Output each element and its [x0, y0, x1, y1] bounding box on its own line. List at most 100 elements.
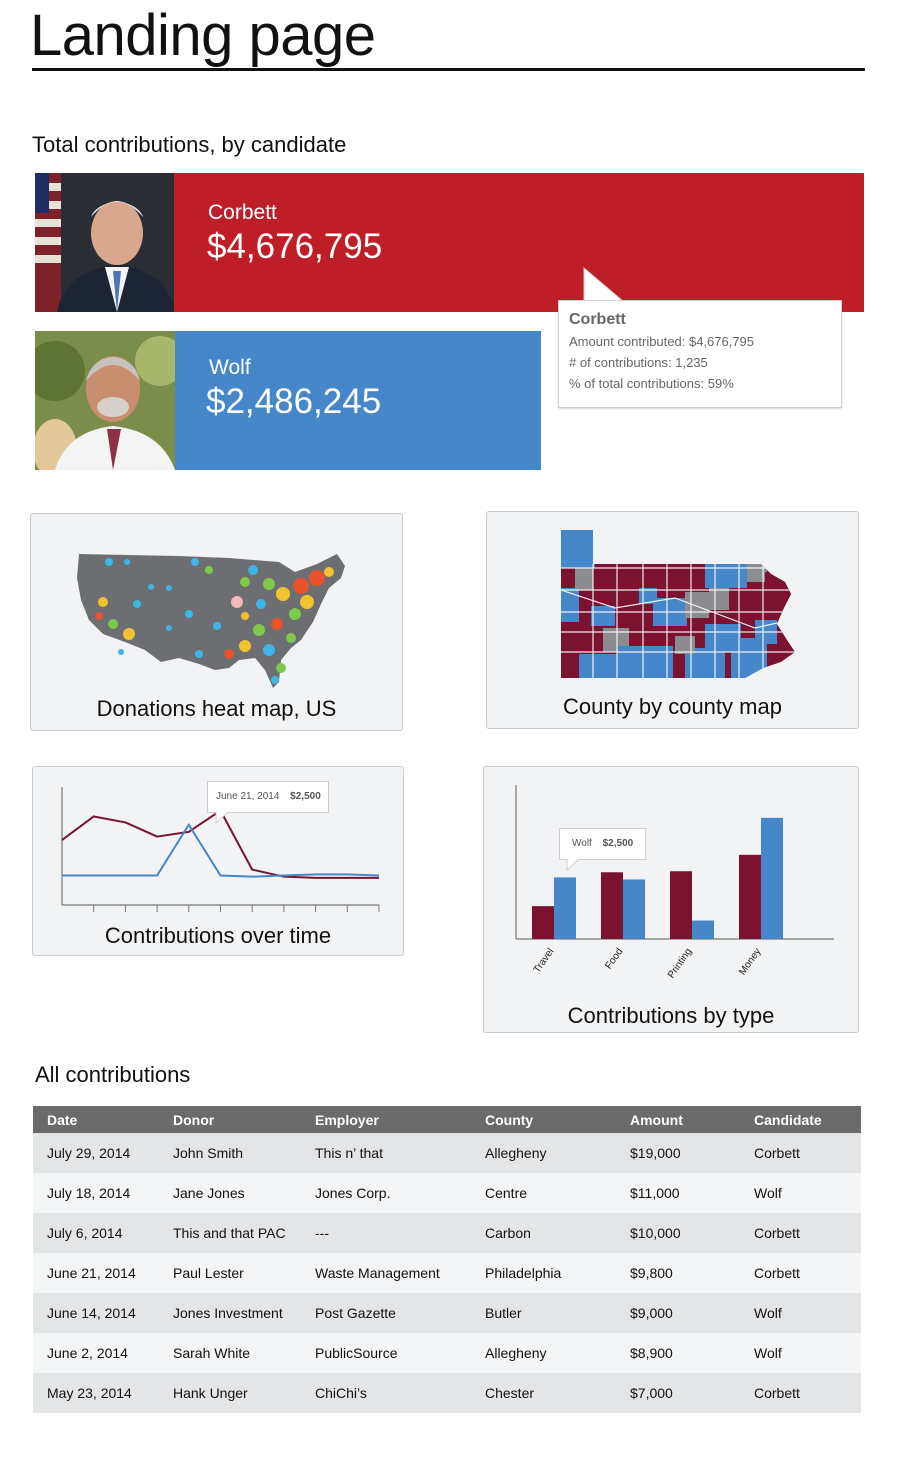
cell-donor: Sarah White: [159, 1333, 301, 1373]
table-row[interactable]: May 23, 2014 Hank Unger ChiChi’s Chester…: [33, 1373, 861, 1413]
title-divider: [32, 68, 865, 71]
bar-category-label: Money: [737, 946, 763, 977]
cell-donor: John Smith: [159, 1133, 301, 1173]
cell-employer: ---: [301, 1213, 471, 1253]
line-tooltip-pointer: [215, 812, 229, 824]
cell-county: Carbon: [471, 1213, 616, 1253]
cell-amount: $7,000: [616, 1373, 740, 1413]
column-header-donor[interactable]: Donor: [159, 1106, 301, 1133]
over-time-label: Contributions over time: [104, 923, 332, 948]
cell-amount: $9,000: [616, 1293, 740, 1333]
cell-candidate: Corbett: [740, 1213, 861, 1253]
column-header-candidate[interactable]: Candidate: [740, 1106, 861, 1133]
cell-employer: Post Gazette: [301, 1293, 471, 1333]
corbett-avatar: [35, 173, 174, 312]
line-chart-tooltip: June 21, 2014 $2,500: [207, 781, 329, 813]
wolf-avatar: [35, 331, 175, 470]
corbett-amount: $4,676,795: [207, 227, 383, 266]
table-row[interactable]: June 14, 2014 Jones Investment Post Gaze…: [33, 1293, 861, 1333]
cell-county: Butler: [471, 1293, 616, 1333]
cell-date: June 14, 2014: [33, 1293, 159, 1333]
over-time-card[interactable]: June 21, 2014 $2,500 Contributions over …: [32, 766, 404, 956]
table-row[interactable]: June 21, 2014 Paul Lester Waste Manageme…: [33, 1253, 861, 1293]
cell-candidate: Corbett: [740, 1373, 861, 1413]
cell-candidate: Corbett: [740, 1133, 861, 1173]
cell-candidate: Wolf: [740, 1293, 861, 1333]
cell-candidate: Corbett: [740, 1253, 861, 1293]
bar-money-series-2: [761, 817, 783, 939]
cell-donor: Jane Jones: [159, 1173, 301, 1213]
column-header-amount[interactable]: Amount: [616, 1106, 740, 1133]
cell-county: Centre: [471, 1173, 616, 1213]
by-type-label: Contributions by type: [567, 1003, 775, 1028]
cell-donor: Jones Investment: [159, 1293, 301, 1333]
cell-employer: This n’ that: [301, 1133, 471, 1173]
bar-food-series-1: [601, 872, 623, 939]
wolf-amount: $2,486,245: [206, 382, 382, 421]
table-row[interactable]: July 29, 2014 John Smith This n’ that Al…: [33, 1133, 861, 1173]
cell-county: Allegheny: [471, 1133, 616, 1173]
contributions-table-wrap: Date Donor Employer County Amount Candid…: [33, 1106, 861, 1413]
cell-donor: This and that PAC: [159, 1213, 301, 1253]
cell-candidate: Wolf: [740, 1333, 861, 1373]
cell-employer: PublicSource: [301, 1333, 471, 1373]
cell-amount: $11,000: [616, 1173, 740, 1213]
totals-section-title: Total contributions, by candidate: [32, 132, 347, 157]
cell-donor: Paul Lester: [159, 1253, 301, 1293]
bar-category-label: Travel: [532, 946, 557, 975]
county-map: [561, 530, 795, 678]
cell-employer: Waste Management: [301, 1253, 471, 1293]
cell-employer: ChiChi’s: [301, 1373, 471, 1413]
cell-amount: $10,000: [616, 1213, 740, 1253]
tooltip-amount-line: Amount contributed: $4,676,795: [569, 334, 755, 349]
corbett-name: Corbett: [208, 201, 277, 224]
by-type-card[interactable]: Travel Food Printing Money Wolf $2,500 Cont…: [483, 766, 859, 1033]
line-tooltip-date: June 21, 2014: [216, 791, 280, 802]
bar-chart-tooltip: Wolf $2,500: [559, 828, 646, 860]
county-map-card[interactable]: County by county map: [486, 511, 859, 729]
cell-county: Allegheny: [471, 1333, 616, 1373]
bar-travel-series-1: [532, 906, 554, 939]
cell-date: July 6, 2014: [33, 1213, 159, 1253]
county-map-label: County by county map: [563, 694, 782, 719]
bar-tooltip-name: Wolf: [572, 838, 592, 849]
corbett-tooltip: Corbett Amount contributed: $4,676,795 #…: [558, 300, 842, 408]
cell-date: July 29, 2014: [33, 1133, 159, 1173]
bar-category-label: Food: [603, 946, 625, 971]
table-row[interactable]: July 18, 2014 Jane Jones Jones Corp. Cen…: [33, 1173, 861, 1213]
cell-amount: $9,800: [616, 1253, 740, 1293]
bar-printing-series-2: [692, 920, 714, 939]
tooltip-percent-line: % of total contributions: 59%: [569, 376, 734, 391]
heat-map-card[interactable]: Donations heat map, US: [30, 513, 403, 731]
cell-county: Philadelphia: [471, 1253, 616, 1293]
cell-date: June 2, 2014: [33, 1333, 159, 1373]
line-tooltip-amount: $2,500: [290, 791, 321, 802]
wolf-name: Wolf: [209, 356, 251, 379]
cell-employer: Jones Corp.: [301, 1173, 471, 1213]
bar-chart: Travel Food Printing Money: [515, 785, 834, 980]
bar-tooltip-amount: $2,500: [602, 838, 634, 849]
table-section-title: All contributions: [35, 1062, 191, 1087]
bar-tooltip-pointer: [566, 859, 580, 871]
cell-date: May 23, 2014: [33, 1373, 159, 1413]
bar-category-label: Printing: [666, 946, 694, 980]
bar-money-series-1: [739, 854, 761, 939]
line-series-2: [62, 822, 380, 878]
column-header-employer[interactable]: Employer: [301, 1106, 471, 1133]
tooltip-title: Corbett: [569, 311, 626, 328]
bar-food-series-2: [623, 879, 645, 939]
contributions-table: Date Donor Employer County Amount Candid…: [33, 1106, 861, 1413]
column-header-date[interactable]: Date: [33, 1106, 159, 1133]
us-heat-map: [77, 554, 345, 688]
cell-donor: Hank Unger: [159, 1373, 301, 1413]
corbett-total-bar[interactable]: Corbett $4,676,795: [35, 173, 864, 312]
column-header-county[interactable]: County: [471, 1106, 616, 1133]
cell-candidate: Wolf: [740, 1173, 861, 1213]
table-row[interactable]: June 2, 2014 Sarah White PublicSource Al…: [33, 1333, 861, 1373]
cell-date: June 21, 2014: [33, 1253, 159, 1293]
page-title: Landing page: [30, 3, 376, 68]
table-header-row: Date Donor Employer County Amount Candid…: [33, 1106, 861, 1133]
bar-printing-series-1: [670, 871, 692, 939]
table-row[interactable]: July 6, 2014 This and that PAC --- Carbo…: [33, 1213, 861, 1253]
tooltip-pointer: [583, 266, 626, 303]
